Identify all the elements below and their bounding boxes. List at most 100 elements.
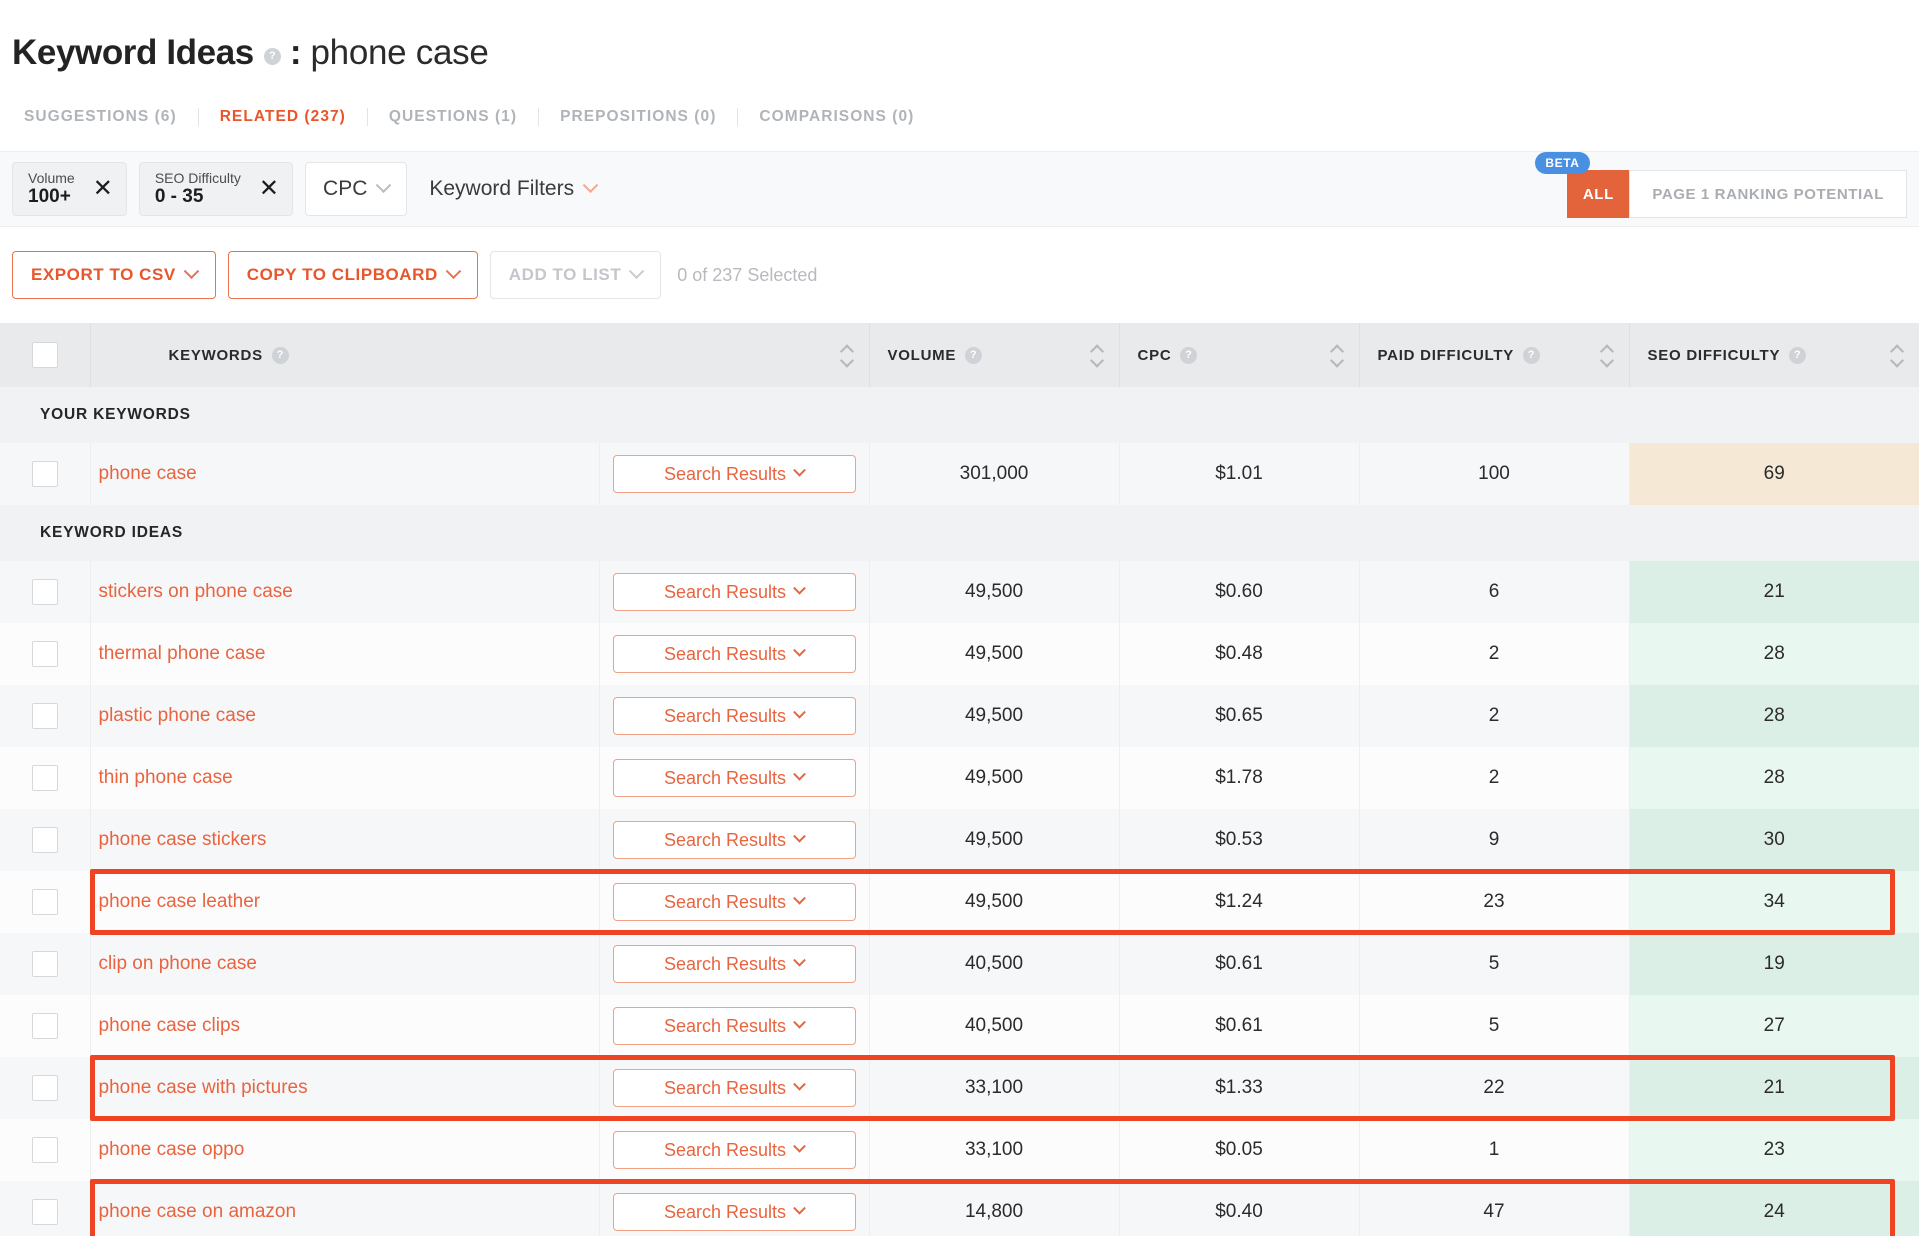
- table-row[interactable]: phone case clips Search Results 40,500 $0.6…: [0, 995, 1919, 1057]
- keyword-link[interactable]: phone case clips: [99, 1015, 241, 1036]
- cpc-cell: $1.78: [1119, 747, 1360, 809]
- table-row[interactable]: phone case leather Search Results 49,500 $1…: [0, 871, 1919, 933]
- row-checkbox[interactable]: [31, 1137, 58, 1163]
- filter-chip-seo-difficulty[interactable]: SEO Difficulty 0 - 35 ✕: [138, 162, 294, 216]
- chevron-down-icon: [793, 581, 806, 595]
- search-results-cell: Search Results: [599, 809, 870, 871]
- sort-seo-difficulty-icon[interactable]: [1891, 346, 1903, 365]
- keyword-link[interactable]: plastic phone case: [99, 705, 256, 726]
- column-header-keywords[interactable]: KEYWORDS ?: [90, 323, 870, 387]
- table-row[interactable]: thermal phone case Search Results 49,500 $0…: [0, 623, 1919, 685]
- keyword-link[interactable]: thin phone case: [99, 767, 233, 788]
- copy-to-clipboard-label: COPY TO CLIPBOARD: [246, 265, 438, 284]
- search-results-button[interactable]: Search Results: [612, 1131, 856, 1169]
- keyword-link[interactable]: phone case on amazon: [99, 1201, 297, 1222]
- search-results-cell: Search Results: [599, 995, 870, 1057]
- help-icon[interactable]: ?: [1180, 346, 1198, 364]
- sort-cpc-icon[interactable]: [1331, 346, 1343, 365]
- filter-chip-volume-label: Volume: [28, 169, 75, 186]
- row-checkbox[interactable]: [31, 951, 58, 977]
- column-header-seo-difficulty[interactable]: SEO DIFFICULTY ?: [1629, 323, 1919, 387]
- row-checkbox[interactable]: [31, 461, 58, 487]
- row-checkbox[interactable]: [31, 641, 58, 667]
- seo-difficulty-cell: 21: [1629, 561, 1919, 623]
- row-select-cell: [0, 809, 91, 871]
- keyword-link[interactable]: thermal phone case: [99, 643, 266, 664]
- search-results-button[interactable]: Search Results: [612, 1193, 856, 1231]
- keyword-link[interactable]: phone case with pictures: [99, 1077, 308, 1098]
- close-icon[interactable]: ✕: [93, 177, 113, 201]
- column-header-paid-difficulty[interactable]: PAID DIFFICULTY ?: [1359, 323, 1630, 387]
- keyword-link[interactable]: phone case stickers: [99, 829, 267, 850]
- row-checkbox[interactable]: [31, 703, 58, 729]
- add-to-list-button[interactable]: ADD TO LIST: [489, 251, 662, 299]
- row-checkbox[interactable]: [31, 1013, 58, 1039]
- search-results-button[interactable]: Search Results: [612, 1069, 856, 1107]
- table-row[interactable]: phone case with pictures Search Results 33…: [0, 1057, 1919, 1119]
- column-header-cpc[interactable]: CPC ?: [1119, 323, 1360, 387]
- close-icon[interactable]: ✕: [259, 177, 279, 201]
- table-row[interactable]: stickers on phone case Search Results 49,5…: [0, 561, 1919, 623]
- help-icon[interactable]: ?: [263, 47, 281, 65]
- table-row[interactable]: phone case oppo Search Results 33,100 $0.05…: [0, 1119, 1919, 1181]
- page-title-text: Keyword Ideas: [12, 33, 254, 72]
- keyword-cell: phone case leather: [90, 871, 600, 933]
- search-results-button[interactable]: Search Results: [612, 635, 856, 673]
- keyword-link[interactable]: clip on phone case: [99, 953, 257, 974]
- cpc-filter-dropdown[interactable]: CPC: [305, 162, 408, 216]
- paid-difficulty-cell: 6: [1359, 561, 1630, 623]
- keyword-link[interactable]: phone case oppo: [99, 1139, 245, 1160]
- help-icon[interactable]: ?: [1789, 346, 1807, 364]
- search-results-button[interactable]: Search Results: [612, 883, 856, 921]
- sort-paid-difficulty-icon[interactable]: [1601, 346, 1613, 365]
- cpc-cell: $1.33: [1119, 1057, 1360, 1119]
- keyword-filters-dropdown[interactable]: Keyword Filters: [429, 176, 599, 201]
- tab-questions[interactable]: QUESTIONS (1): [368, 108, 540, 126]
- row-checkbox[interactable]: [31, 1199, 58, 1225]
- column-header-volume[interactable]: VOLUME ?: [869, 323, 1120, 387]
- help-icon[interactable]: ?: [1523, 346, 1541, 364]
- toggle-all-button[interactable]: BETA ALL: [1535, 152, 1630, 218]
- keyword-link[interactable]: stickers on phone case: [99, 581, 293, 602]
- tab-related[interactable]: RELATED (237): [199, 108, 368, 126]
- row-checkbox[interactable]: [31, 579, 58, 605]
- table-row[interactable]: thin phone case Search Results 49,500 $1.78…: [0, 747, 1919, 809]
- export-to-csv-button[interactable]: EXPORT TO CSV: [12, 251, 216, 299]
- page-header: Keyword Ideas ? : phone case SUGGESTIONS…: [0, 0, 1919, 132]
- keyword-link[interactable]: phone case leather: [99, 891, 261, 912]
- row-select-cell: [0, 933, 91, 995]
- filter-chip-volume[interactable]: Volume 100+ ✕: [12, 162, 127, 216]
- search-results-cell: Search Results: [599, 561, 870, 623]
- search-results-button[interactable]: Search Results: [612, 945, 856, 983]
- table-row[interactable]: phone case on amazon Search Results 14,800…: [0, 1181, 1919, 1236]
- search-results-button[interactable]: Search Results: [612, 759, 856, 797]
- row-select-cell: [0, 623, 91, 685]
- beta-badge: BETA: [1535, 152, 1590, 174]
- search-results-button[interactable]: Search Results: [612, 1007, 856, 1045]
- row-checkbox[interactable]: [31, 889, 58, 915]
- search-results-button[interactable]: Search Results: [612, 573, 856, 611]
- copy-to-clipboard-button[interactable]: COPY TO CLIPBOARD: [227, 251, 478, 299]
- row-checkbox[interactable]: [31, 827, 58, 853]
- tab-prepositions[interactable]: PREPOSITIONS (0): [539, 108, 739, 126]
- keyword-link[interactable]: phone case: [99, 463, 197, 484]
- filter-chip-volume-value: 100+: [28, 186, 71, 208]
- table-row[interactable]: phone case Search Results 301,000 $1.01 100 6…: [0, 443, 1919, 505]
- help-icon[interactable]: ?: [965, 346, 983, 364]
- select-all-checkbox[interactable]: [31, 342, 58, 368]
- search-results-button[interactable]: Search Results: [612, 821, 856, 859]
- tab-suggestions[interactable]: SUGGESTIONS (6): [24, 108, 199, 126]
- sort-keywords-icon[interactable]: [841, 346, 853, 365]
- help-icon[interactable]: ?: [271, 346, 289, 364]
- search-results-button[interactable]: Search Results: [612, 455, 856, 493]
- table-row[interactable]: phone case stickers Search Results 49,500 $…: [0, 809, 1919, 871]
- tab-comparisons[interactable]: COMPARISONS (0): [738, 108, 935, 126]
- toggle-page1-potential-button[interactable]: PAGE 1 RANKING POTENTIAL: [1629, 170, 1907, 218]
- table-row[interactable]: clip on phone case Search Results 40,500 $0…: [0, 933, 1919, 995]
- chevron-down-icon: [793, 1077, 806, 1091]
- row-checkbox[interactable]: [31, 765, 58, 791]
- sort-volume-icon[interactable]: [1091, 346, 1103, 365]
- search-results-button[interactable]: Search Results: [612, 697, 856, 735]
- table-row[interactable]: plastic phone case Search Results 49,500 $0…: [0, 685, 1919, 747]
- row-checkbox[interactable]: [31, 1075, 58, 1101]
